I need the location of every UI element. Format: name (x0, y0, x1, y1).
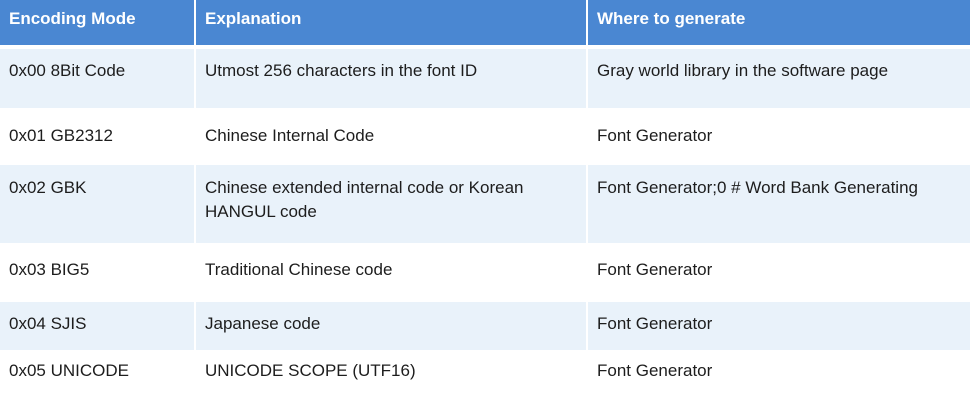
table-row: 0x03 BIG5 Traditional Chinese code Font … (0, 244, 970, 302)
cell-where-to-generate: Font Generator (587, 351, 970, 408)
table-header-row: Encoding Mode Explanation Where to gener… (0, 0, 970, 49)
header-explanation: Explanation (195, 0, 588, 49)
table-row: 0x01 GB2312 Chinese Internal Code Font G… (0, 109, 970, 165)
encoding-mode-table: Encoding Mode Explanation Where to gener… (0, 0, 970, 408)
table-row: 0x05 UNICODE UNICODE SCOPE (UTF16) Font … (0, 351, 970, 408)
cell-explanation: UNICODE SCOPE (UTF16) (195, 351, 588, 408)
cell-explanation: Japanese code (195, 301, 588, 352)
table-row: 0x02 GBK Chinese extended internal code … (0, 164, 970, 245)
cell-where-to-generate: Gray world library in the software page (587, 47, 970, 110)
cell-explanation: Utmost 256 characters in the font ID (195, 47, 588, 110)
header-encoding-mode: Encoding Mode (0, 0, 196, 49)
encoding-mode-table-container: Encoding Mode Explanation Where to gener… (0, 0, 970, 408)
cell-explanation: Chinese Internal Code (195, 109, 588, 165)
cell-encoding-mode: 0x04 SJIS (0, 301, 196, 352)
header-where-to-generate: Where to generate (587, 0, 970, 49)
cell-encoding-mode: 0x02 GBK (0, 164, 196, 245)
cell-where-to-generate: Font Generator (587, 244, 970, 302)
table-row: 0x00 8Bit Code Utmost 256 characters in … (0, 47, 970, 110)
cell-explanation: Chinese extended internal code or Korean… (195, 164, 588, 245)
cell-encoding-mode: 0x05 UNICODE (0, 351, 196, 408)
cell-encoding-mode: 0x01 GB2312 (0, 109, 196, 165)
cell-explanation: Traditional Chinese code (195, 244, 588, 302)
cell-encoding-mode: 0x03 BIG5 (0, 244, 196, 302)
cell-where-to-generate: Font Generator (587, 301, 970, 352)
cell-where-to-generate: Font Generator (587, 109, 970, 165)
cell-encoding-mode: 0x00 8Bit Code (0, 47, 196, 110)
cell-where-to-generate: Font Generator;0 # Word Bank Generating (587, 164, 970, 245)
table-row: 0x04 SJIS Japanese code Font Generator (0, 301, 970, 352)
